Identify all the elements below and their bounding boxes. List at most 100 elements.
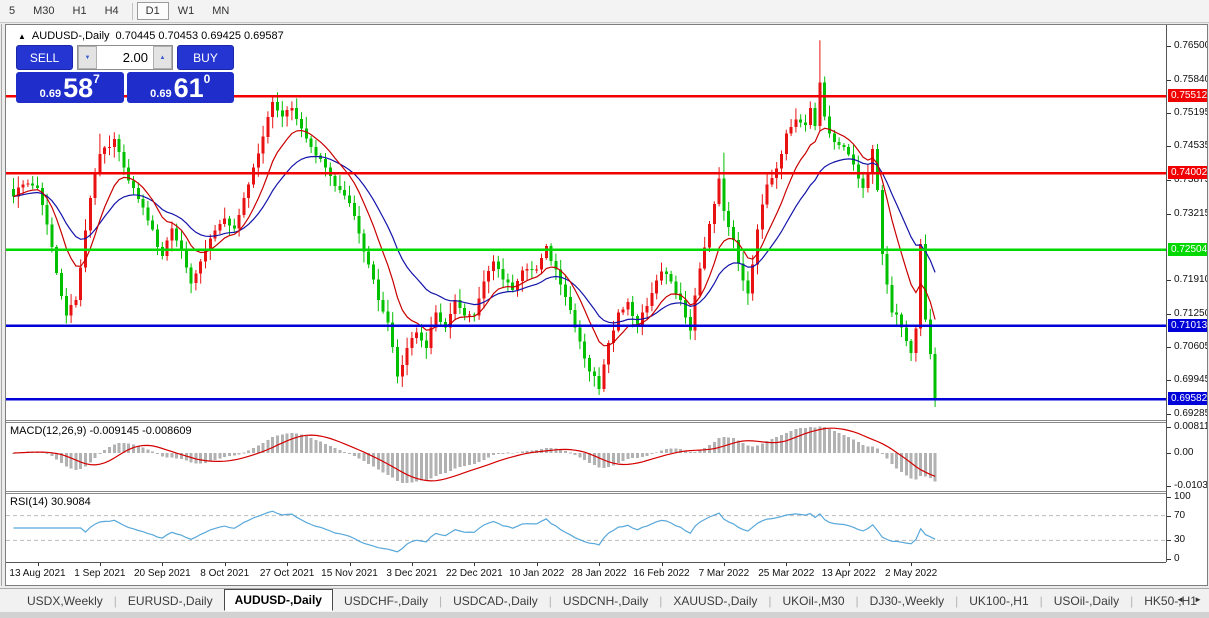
candle xyxy=(70,294,73,323)
candle xyxy=(396,339,399,383)
candle-body xyxy=(564,284,567,297)
candle-body xyxy=(290,108,293,110)
candle-body xyxy=(199,261,202,273)
timeframe-button-5[interactable]: 5 xyxy=(0,2,24,20)
timeframe-button-m30[interactable]: M30 xyxy=(24,2,63,20)
candle-body xyxy=(98,154,101,173)
candle-body xyxy=(185,249,188,268)
macd-histogram-bar xyxy=(718,438,721,453)
macd-histogram-bar xyxy=(242,453,245,454)
macd-histogram-bar xyxy=(266,440,269,453)
candle xyxy=(362,229,365,262)
candle xyxy=(26,179,29,187)
timeframe-button-mn[interactable]: MN xyxy=(203,2,238,20)
candle-body xyxy=(799,119,802,122)
candle xyxy=(401,355,404,387)
candle-body xyxy=(223,218,226,223)
tab-scroll-arrows[interactable]: ◄ ► xyxy=(1176,595,1206,604)
candle-body xyxy=(310,138,313,147)
date-axis-label: 7 Mar 2022 xyxy=(699,568,750,579)
macd-histogram-bar xyxy=(324,444,327,453)
tab-uk100-h1[interactable]: UK100-,H1 xyxy=(958,591,1039,611)
macd-histogram-bar xyxy=(406,453,409,483)
candle-body xyxy=(31,183,34,185)
macd-histogram-bar xyxy=(626,453,629,459)
y-axis-tick xyxy=(1167,380,1171,381)
candle-body xyxy=(588,358,591,371)
candle xyxy=(415,328,418,344)
candle xyxy=(689,309,692,339)
macd-histogram-bar xyxy=(204,453,207,463)
tab-ukoil-m30[interactable]: UKOil-,M30 xyxy=(772,591,856,611)
macd-histogram-bar xyxy=(257,446,260,453)
sell-price-panel[interactable]: 0.69587 xyxy=(16,72,124,103)
candle-body xyxy=(780,154,783,169)
tab-dj30-weekly[interactable]: DJ30-,Weekly xyxy=(859,591,955,611)
timeframe-button-h1[interactable]: H1 xyxy=(64,2,96,20)
candle xyxy=(626,298,629,315)
volume-input[interactable]: 2.00 xyxy=(97,46,153,69)
candle-body xyxy=(742,263,745,280)
macd-pane[interactable]: MACD(12,26,9) -0.009145 -0.008609 xyxy=(6,423,1166,491)
candle-body xyxy=(545,246,548,258)
candle-body xyxy=(137,188,140,199)
macd-histogram-bar xyxy=(310,438,313,453)
candle xyxy=(804,115,807,132)
date-axis-tick xyxy=(786,563,787,566)
volume-increase-button[interactable]: ▲ xyxy=(153,46,172,69)
macd-histogram-bar xyxy=(502,453,505,454)
macd-histogram-bar xyxy=(492,453,495,455)
collapse-trade-panel-icon[interactable]: ▲ xyxy=(18,32,26,41)
candle xyxy=(910,339,913,361)
macd-histogram-bar xyxy=(142,448,145,454)
rsi-canvas[interactable] xyxy=(6,494,1166,562)
candle-body xyxy=(866,174,869,188)
macd-histogram-bar xyxy=(305,436,308,453)
macd-histogram-bar xyxy=(713,442,716,453)
candle xyxy=(358,206,361,244)
candle xyxy=(247,182,250,208)
timeframe-button-d1[interactable]: D1 xyxy=(137,2,169,20)
volume-decrease-button[interactable]: ▼ xyxy=(78,46,97,69)
candle xyxy=(98,134,101,177)
candle xyxy=(170,222,173,252)
macd-axis-label: -0.010311 xyxy=(1174,480,1208,491)
candle-body xyxy=(818,83,821,126)
date-axis-tick xyxy=(911,563,912,566)
macd-histogram-bar xyxy=(98,453,101,454)
tab-usdchf-daily[interactable]: USDCHF-,Daily xyxy=(333,591,439,611)
tab-usoil-daily[interactable]: USOil-,Daily xyxy=(1043,591,1130,611)
candle xyxy=(583,334,586,368)
macd-histogram-bar xyxy=(449,453,452,471)
candle-body xyxy=(766,185,769,205)
date-axis-label: 15 Nov 2021 xyxy=(321,568,378,579)
candle-body xyxy=(751,265,754,294)
macd-histogram-bar xyxy=(890,453,893,464)
tab-audusd-daily[interactable]: AUDUSD-,Daily xyxy=(224,589,333,611)
buy-button[interactable]: BUY xyxy=(177,45,234,70)
candle xyxy=(319,153,322,162)
macd-histogram-bar xyxy=(919,453,922,476)
candle-body xyxy=(218,224,221,231)
buy-price-panel[interactable]: 0.69610 xyxy=(127,72,235,103)
date-axis-label: 28 Jan 2022 xyxy=(572,568,627,579)
candle xyxy=(209,234,212,260)
candle xyxy=(823,77,826,121)
macd-histogram-bar xyxy=(290,433,293,453)
y-axis-tick xyxy=(1167,113,1171,114)
sell-button[interactable]: SELL xyxy=(16,45,73,70)
candle xyxy=(353,196,356,221)
tab-xauusd-daily[interactable]: XAUUSD-,Daily xyxy=(662,591,768,611)
macd-histogram-bar xyxy=(670,449,673,454)
tab-usdcnh-daily[interactable]: USDCNH-,Daily xyxy=(552,591,659,611)
candle-body xyxy=(367,252,370,265)
macd-histogram-bar xyxy=(396,453,399,481)
timeframe-button-h4[interactable]: H4 xyxy=(96,2,128,20)
tab-usdcad-daily[interactable]: USDCAD-,Daily xyxy=(442,591,549,611)
candle xyxy=(142,194,145,215)
rsi-pane[interactable]: RSI(14) 30.9084 xyxy=(6,494,1166,562)
macd-histogram-bar xyxy=(94,453,97,458)
timeframe-button-w1[interactable]: W1 xyxy=(169,2,204,20)
tab-usdx-weekly[interactable]: USDX,Weekly xyxy=(16,591,114,611)
tab-eurusd-daily[interactable]: EURUSD-,Daily xyxy=(117,591,224,611)
